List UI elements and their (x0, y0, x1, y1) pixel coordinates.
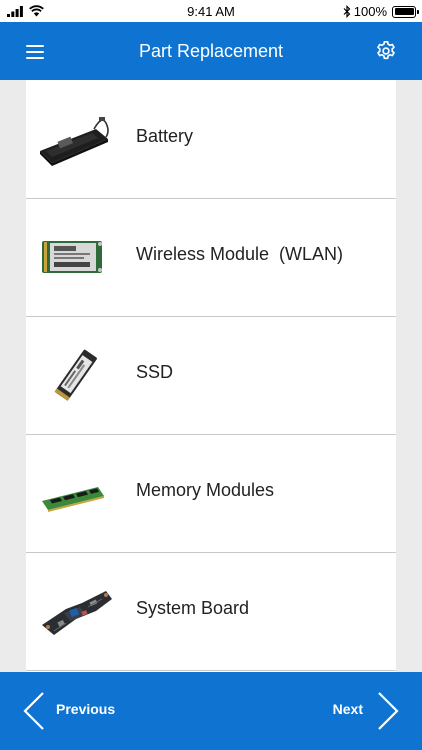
status-bar: 9:41 AM 100% (0, 0, 422, 22)
part-label: System Board (136, 598, 250, 618)
list-item-ssd[interactable]: SSD (26, 316, 396, 435)
part-label: Wireless Module (WLAN) (136, 244, 344, 264)
parts-list: Battery Wireless Module (WLAN) SSD Memor… (26, 80, 396, 672)
page-title: Part Replacement (138, 41, 284, 61)
chevron-right-icon (378, 692, 399, 730)
parts-list-area: Battery Wireless Module (WLAN) SSD Memor… (0, 80, 422, 672)
ssd-icon (54, 349, 97, 401)
settings-gear-icon[interactable] (375, 40, 397, 62)
status-right: 100% (343, 4, 419, 19)
list-item-battery[interactable]: Battery (26, 80, 396, 199)
system-board-icon (42, 591, 112, 635)
bottom-nav: Previous Next (0, 672, 422, 750)
app-header: Part Replacement (0, 22, 422, 80)
list-item-wireless-module[interactable]: Wireless Module (WLAN) (26, 198, 396, 317)
memory-module-icon (42, 487, 104, 512)
part-label: SSD (136, 362, 174, 382)
bluetooth-icon (343, 5, 351, 18)
previous-label: Previous (56, 701, 116, 717)
next-button[interactable]: Next (262, 672, 422, 750)
battery-icon (392, 5, 419, 18)
previous-button[interactable]: Previous (0, 672, 160, 750)
wlan-card-icon (42, 241, 102, 273)
list-item-memory-modules[interactable]: Memory Modules (26, 434, 396, 553)
list-item-system-board[interactable]: System Board (26, 552, 396, 671)
battery-percent: 100% (353, 4, 387, 19)
next-label: Next (332, 701, 363, 717)
part-label: Battery (136, 126, 194, 146)
battery-part-icon (40, 117, 109, 166)
chevron-left-icon (23, 692, 44, 730)
part-label: Memory Modules (136, 480, 275, 500)
